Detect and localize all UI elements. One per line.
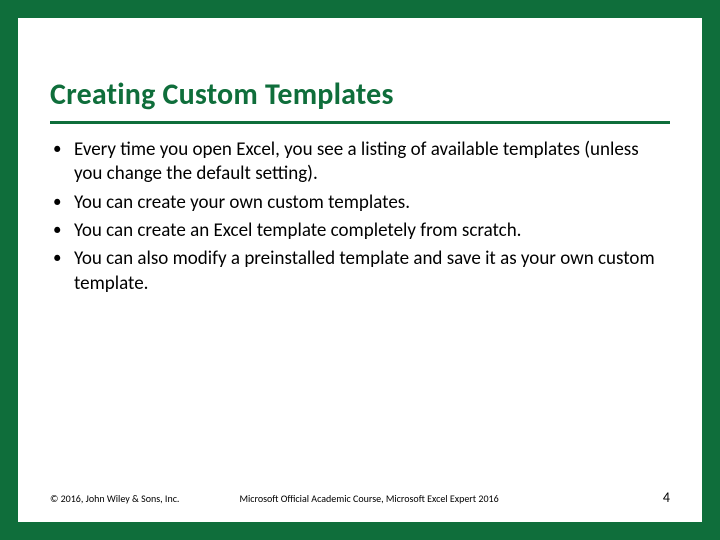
list-item: You can create an Excel template complet… — [50, 219, 670, 243]
list-item: Every time you open Excel, you see a lis… — [50, 138, 670, 187]
copyright-text: © 2016, John Wiley & Sons, Inc. — [50, 492, 179, 505]
page-number: 4 — [663, 489, 670, 506]
slide-content: Creating Custom Templates Every time you… — [18, 18, 702, 522]
list-item: You can create your own custom templates… — [50, 191, 670, 215]
slide-footer: © 2016, John Wiley & Sons, Inc. Microsof… — [50, 489, 670, 506]
list-item: You can also modify a preinstalled templ… — [50, 247, 670, 296]
slide: Creating Custom Templates Every time you… — [0, 0, 720, 540]
page-title: Creating Custom Templates — [50, 76, 670, 124]
course-text: Microsoft Official Academic Course, Micr… — [179, 492, 662, 505]
bullet-list: Every time you open Excel, you see a lis… — [50, 138, 670, 296]
